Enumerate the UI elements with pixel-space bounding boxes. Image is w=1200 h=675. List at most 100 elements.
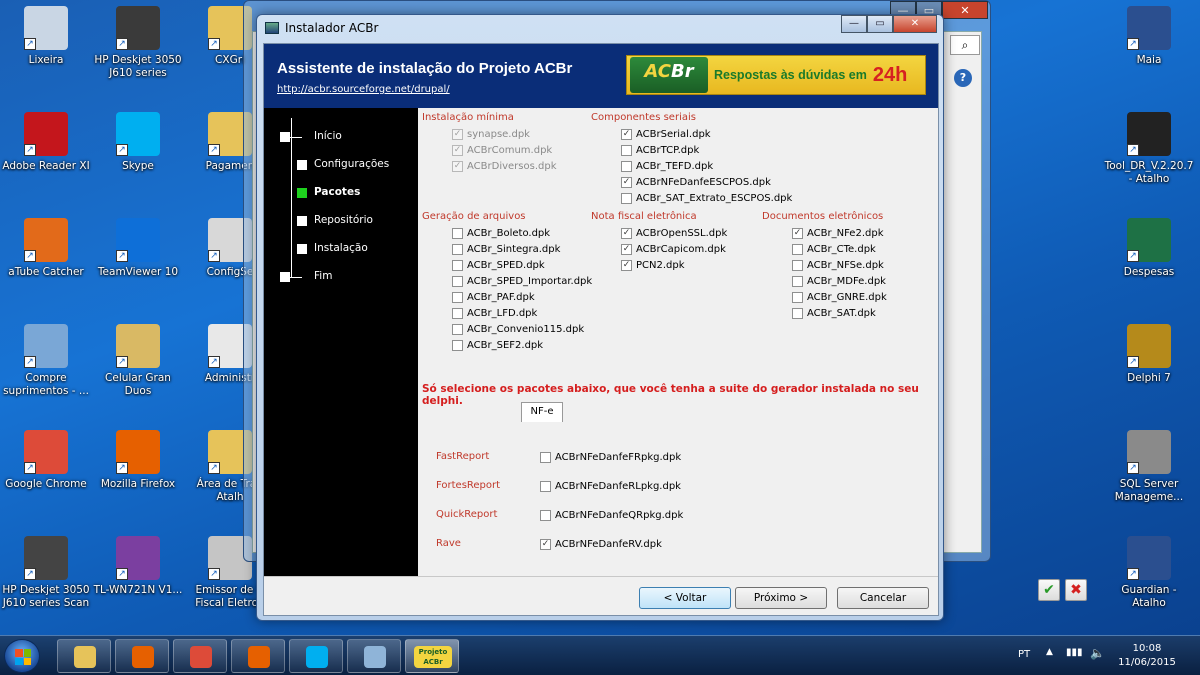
banner-24h: 24h <box>872 63 908 86</box>
desktop-icon-label: Compre suprimentos - ... <box>3 372 89 397</box>
package-checkbox[interactable]: ACBr_Sintegra.dpk <box>452 241 592 257</box>
desktop-icon-label: Maia <box>1136 54 1162 66</box>
help-icon[interactable]: ? <box>954 69 972 87</box>
checkbox-box <box>452 227 463 239</box>
desktop-icon[interactable]: ↗ Google Chrome <box>0 430 92 491</box>
desktop-icon[interactable]: ↗ Skype <box>92 112 184 173</box>
desktop-icon[interactable]: ↗ TeamViewer 10 <box>92 218 184 279</box>
package-checkbox[interactable]: ACBr_SAT_Extrato_ESCPOS.dpk <box>621 190 792 206</box>
package-checkbox: ✓ ACBrComum.dpk <box>452 142 556 158</box>
wizard-steps: Início Configurações Pacotes Repositório Ins… <box>264 108 418 576</box>
desktop-icon[interactable]: ↗ HP Deskjet 3050 J610 series Scan <box>0 536 92 610</box>
shortcut-arrow-icon: ↗ <box>208 356 220 368</box>
clear-button[interactable]: ✖ <box>1065 579 1087 601</box>
desktop-icon[interactable]: ↗ Tool_DR_V.2.20.7 - Atalho <box>1103 112 1195 186</box>
package-checkbox: ✓ synapse.dpk <box>452 126 556 142</box>
package-checkbox[interactable]: ✓ ACBrOpenSSL.dpk <box>621 225 727 241</box>
step-marker-icon <box>280 272 290 282</box>
package-label: ACBrDiversos.dpk <box>467 160 557 172</box>
media-player-icon <box>132 646 154 668</box>
windows-logo-icon <box>15 649 31 665</box>
installer-client: Assistente de instalação do Projeto ACBr… <box>263 43 1087 616</box>
package-checkbox[interactable]: ACBr_Convenio115.dpk <box>452 321 592 337</box>
desktop-icon[interactable]: ↗ Compre suprimentos - ... <box>0 324 92 398</box>
checkmark-icon: ✓ <box>621 259 632 271</box>
package-checkbox[interactable]: ACBr_LFD.dpk <box>452 305 592 321</box>
checkmark-icon: ✓ <box>621 227 632 239</box>
minimize-button[interactable]: — <box>841 15 867 33</box>
taskbar-button[interactable] <box>173 639 227 673</box>
package-checkbox[interactable]: ACBr_CTe.dpk <box>792 241 887 257</box>
taskbar-button[interactable] <box>231 639 285 673</box>
desktop-icon-label: TL-WN721N V1... <box>93 584 183 596</box>
excel-icon: ↗ <box>1127 218 1171 262</box>
checkbox-box <box>540 451 551 463</box>
package-checkbox[interactable]: ACBr_SEF2.dpk <box>452 337 592 353</box>
package-checkbox[interactable]: ACBr_PAF.dpk <box>452 289 592 305</box>
maximize-button[interactable]: ▭ <box>867 15 893 33</box>
taskbar-button[interactable] <box>347 639 401 673</box>
network-icon[interactable]: ▮▮▮ <box>1066 647 1083 658</box>
package-checkbox[interactable]: ACBr_TEFD.dpk <box>621 158 792 174</box>
search-icon[interactable]: ⌕ <box>950 35 980 55</box>
acbr-logo-text-a: AC <box>644 61 671 82</box>
desktop-icon[interactable]: ↗ TL-WN721N V1... <box>92 536 184 597</box>
desktop-icon-label: HP Deskjet 3050 J610 series <box>94 54 182 79</box>
step-label: Pacotes <box>314 186 361 198</box>
package-label: ACBr_MDFe.dpk <box>807 275 886 287</box>
package-checkbox[interactable]: ACBr_MDFe.dpk <box>792 273 887 289</box>
desktop-icon[interactable]: ↗ Guardian - Atalho <box>1103 536 1195 610</box>
start-button[interactable] <box>4 639 40 673</box>
report-generator-label: Rave <box>436 538 461 549</box>
package-checkbox[interactable]: ACBr_SAT.dpk <box>792 305 887 321</box>
package-checkbox[interactable]: ✓ ACBrCapicom.dpk <box>621 241 727 257</box>
desktop-icon[interactable]: ↗ Maia <box>1103 6 1195 67</box>
desktop-icon[interactable]: ↗ HP Deskjet 3050 J610 series <box>92 6 184 80</box>
tray-arrow-icon[interactable]: ▲ <box>1046 647 1053 657</box>
desktop-icon[interactable]: ↗ Lixeira <box>0 6 92 67</box>
language-indicator[interactable]: PT <box>1018 649 1030 660</box>
package-label: ACBr_SAT.dpk <box>807 307 876 319</box>
package-checkbox[interactable]: ACBr_SPED.dpk <box>452 257 592 273</box>
desktop-icon[interactable]: ↗ SQL Server Manageme... <box>1103 430 1195 504</box>
taskbar-button[interactable] <box>115 639 169 673</box>
desktop-icon[interactable]: ↗ aTube Catcher <box>0 218 92 279</box>
tab-nfe[interactable]: NF-e <box>521 402 563 422</box>
package-checkbox[interactable]: ✓ ACBrSerial.dpk <box>621 126 792 142</box>
checkmark-icon: ✓ <box>621 243 632 255</box>
taskbar-button[interactable] <box>289 639 343 673</box>
report-package-checkbox[interactable]: ✓ ACBrNFeDanfeRV.dpk <box>540 536 662 552</box>
desktop-icon[interactable]: ↗ Despesas <box>1103 218 1195 279</box>
report-package-checkbox[interactable]: ACBrNFeDanfeFRpkg.dpk <box>540 449 681 465</box>
report-package-checkbox[interactable]: ACBrNFeDanfeQRpkg.dpk <box>540 507 683 523</box>
desktop-icon[interactable]: ↗ Adobe Reader XI <box>0 112 92 173</box>
close-button[interactable]: ✕ <box>893 15 937 33</box>
package-checkbox[interactable]: ACBr_SPED_Importar.dpk <box>452 273 592 289</box>
package-checkbox[interactable]: ACBrTCP.dpk <box>621 142 792 158</box>
report-package-checkbox[interactable]: ACBrNFeDanfeRLpkg.dpk <box>540 478 681 494</box>
project-link[interactable]: http://acbr.sourceforge.net/drupal/ <box>277 84 450 95</box>
step-label: Início <box>314 130 342 142</box>
explorer-icon <box>74 646 96 668</box>
package-checkbox[interactable]: ✓ PCN2.dpk <box>621 257 727 273</box>
acbr-banner[interactable]: ACBr Respostas às dúvidas em 24h <box>626 55 926 95</box>
package-checkbox[interactable]: ACBr_NFSe.dpk <box>792 257 887 273</box>
cancel-button[interactable]: Cancelar <box>837 587 929 609</box>
clock[interactable]: 10:08 11/06/2015 <box>1112 642 1182 670</box>
desktop-icon[interactable]: ↗ Mozilla Firefox <box>92 430 184 491</box>
taskbar-button[interactable] <box>57 639 111 673</box>
back-button[interactable]: < Voltar <box>639 587 731 609</box>
taskbar-button[interactable]: Projeto ACBr <box>405 639 459 673</box>
package-checkbox[interactable]: ✓ ACBr_NFe2.dpk <box>792 225 887 241</box>
package-checkbox[interactable]: ACBr_GNRE.dpk <box>792 289 887 305</box>
package-checkbox[interactable]: ✓ ACBrNFeDanfeESCPOS.dpk <box>621 174 792 190</box>
next-button[interactable]: Próximo > <box>735 587 827 609</box>
confirm-button[interactable]: ✔ <box>1038 579 1060 601</box>
volume-icon[interactable]: 🔈 <box>1090 646 1105 660</box>
bg-close-button[interactable]: ✕ <box>942 1 988 19</box>
checkbox-box <box>452 291 463 303</box>
package-checkbox[interactable]: ACBr_Boleto.dpk <box>452 225 592 241</box>
desktop-icon[interactable]: ↗ Celular Gran Duos <box>92 324 184 398</box>
shortcut-arrow-icon: ↗ <box>1127 250 1139 262</box>
desktop-icon[interactable]: ↗ Delphi 7 <box>1103 324 1195 385</box>
